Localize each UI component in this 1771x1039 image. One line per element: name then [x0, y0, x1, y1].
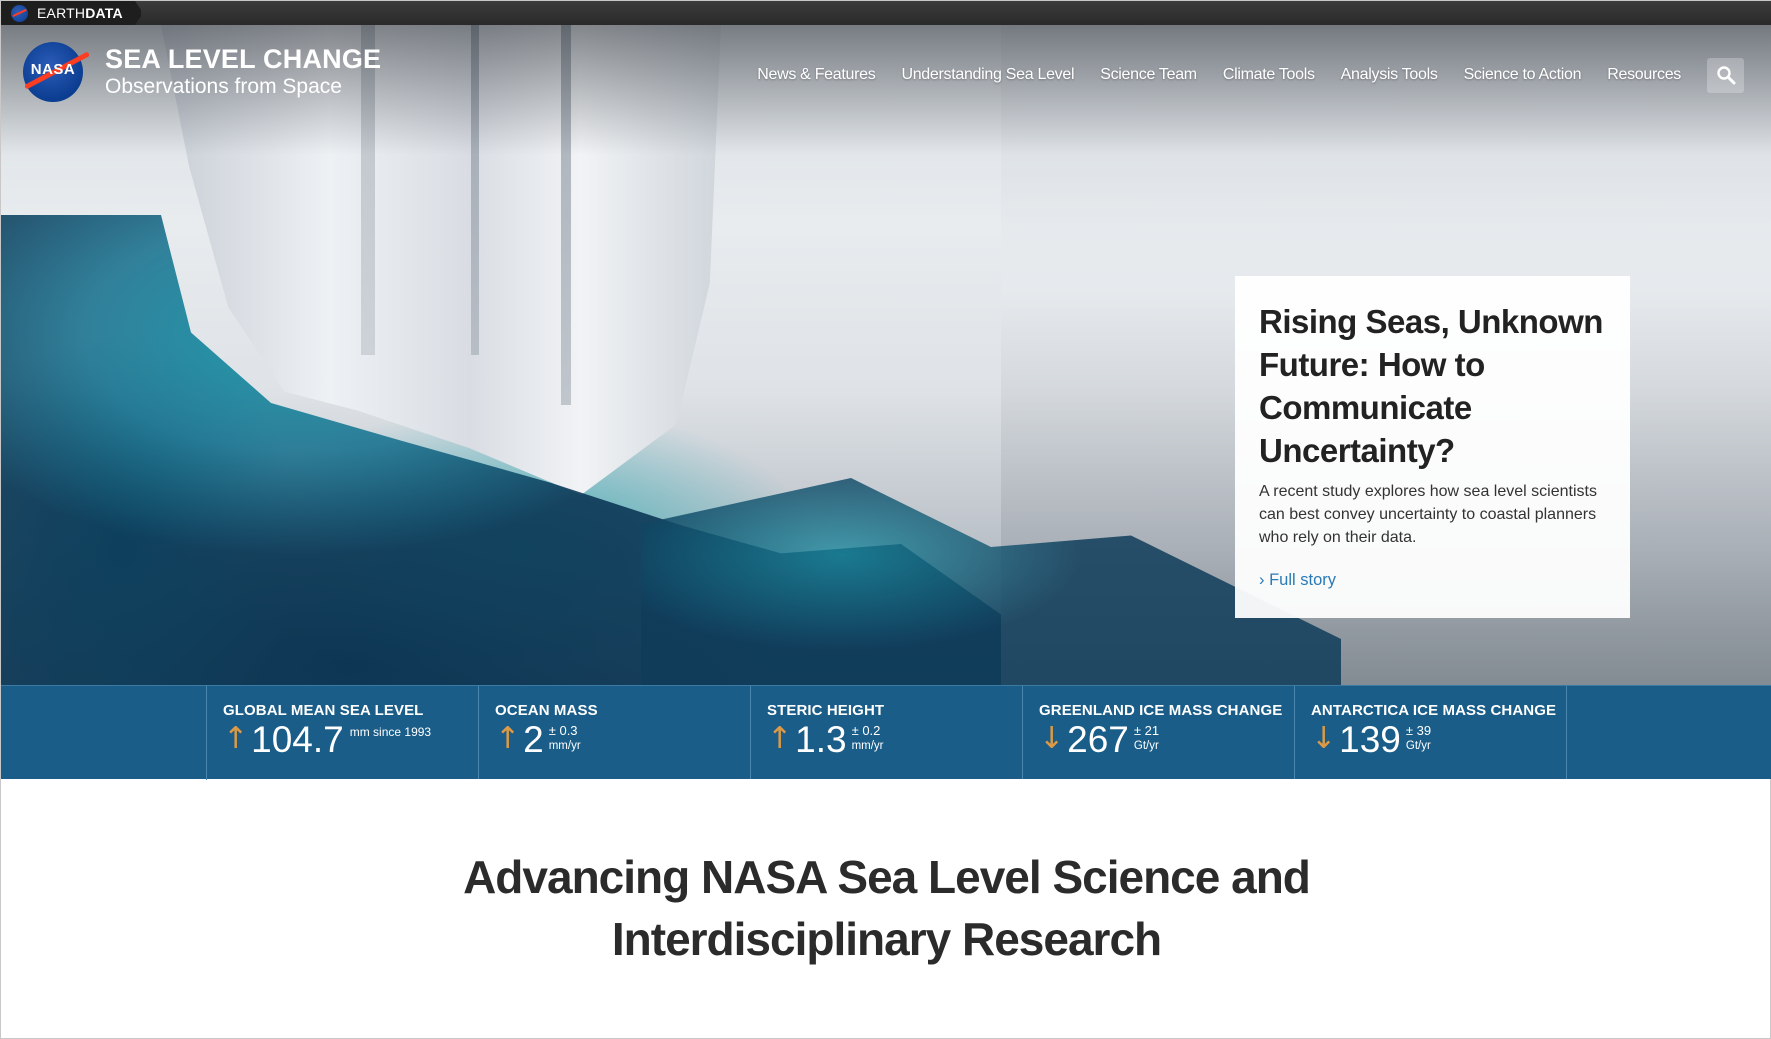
stat-uncertainty: ± 39	[1405, 723, 1432, 738]
stat-ocean-mass[interactable]: OCEAN MASS ↑ 2 ± 0.3 mm/yr	[479, 686, 751, 779]
stat-uncertainty: ± 21	[1133, 723, 1160, 738]
stat-unit: mm/yr	[851, 740, 884, 752]
stat-global-mean-sea-level[interactable]: GLOBAL MEAN SEA LEVEL ↑ 104.7 mm since 1…	[207, 686, 479, 779]
featured-story-title[interactable]: Rising Seas, Unknown Future: How to Comm…	[1259, 300, 1606, 472]
arrow-down-icon: ↓	[1311, 721, 1337, 756]
site-title: SEA LEVEL CHANGE	[105, 44, 382, 74]
arrow-up-icon: ↑	[767, 721, 793, 756]
nav-resources[interactable]: Resources	[1607, 66, 1681, 84]
page-heading-line-1: Advancing NASA Sea Level Science and	[463, 851, 1311, 903]
nav-science-to-action[interactable]: Science to Action	[1464, 66, 1582, 84]
nasa-logo[interactable]: NASA	[23, 42, 90, 102]
site-subtitle: Observations from Space	[105, 75, 342, 98]
full-story-link[interactable]: › Full story	[1259, 571, 1336, 590]
search-icon	[1716, 66, 1735, 85]
arrow-up-icon: ↑	[495, 721, 521, 756]
stat-value: 139	[1339, 719, 1401, 760]
stat-value: 2	[523, 719, 544, 760]
arrow-down-icon: ↓	[1039, 721, 1065, 756]
featured-story-summary: A recent study explores how sea level sc…	[1259, 483, 1597, 546]
nav-climate-tools[interactable]: Climate Tools	[1223, 66, 1315, 84]
stat-unit: mm/yr	[548, 740, 581, 752]
nasa-logo-text: NASA	[30, 61, 76, 78]
stat-label: GREENLAND ICE MASS CHANGE	[1039, 702, 1283, 719]
stat-value: 267	[1067, 719, 1129, 760]
page-heading-line-2: Interdisciplinary Research	[611, 913, 1162, 965]
stat-antarctica-ice-mass-change[interactable]: ANTARCTICA ICE MASS CHANGE ↓ 139 ± 39 Gt…	[1295, 686, 1567, 779]
stat-unit: Gt/yr	[1133, 740, 1159, 752]
stat-value: 104.7	[251, 719, 344, 760]
earthdata-bar: EARTHDATA	[1, 1, 1771, 25]
stat-greenland-ice-mass-change[interactable]: GREENLAND ICE MASS CHANGE ↓ 267 ± 21 Gt/…	[1023, 686, 1295, 779]
stat-label: GLOBAL MEAN SEA LEVEL	[223, 702, 424, 719]
earthdata-brand: EARTHDATA	[37, 5, 123, 21]
page-heading: Advancing NASA Sea Level Science and Int…	[1, 846, 1771, 970]
nasa-meatball-small-icon	[11, 4, 28, 22]
stat-value: 1.3	[795, 719, 847, 760]
main-nav: News & Features Understanding Sea Level …	[757, 57, 1770, 93]
nav-understanding-sea-level[interactable]: Understanding Sea Level	[901, 66, 1074, 84]
stat-label: OCEAN MASS	[495, 702, 598, 719]
earthdata-link[interactable]: EARTHDATA	[1, 1, 141, 25]
arrow-up-icon: ↑	[223, 721, 249, 756]
stat-label: ANTARCTICA ICE MASS CHANGE	[1311, 702, 1557, 719]
site-title-link[interactable]: SEA LEVEL CHANGE Observations from Space	[105, 43, 381, 99]
featured-story-card: Rising Seas, Unknown Future: How to Comm…	[1235, 276, 1630, 618]
stat-note: mm since 1993	[349, 725, 432, 739]
stat-steric-height[interactable]: STERIC HEIGHT ↑ 1.3 ± 0.2 mm/yr	[751, 686, 1023, 779]
vital-signs-bar: GLOBAL MEAN SEA LEVEL ↑ 104.7 mm since 1…	[1, 685, 1771, 780]
stat-uncertainty: ± 0.2	[851, 723, 881, 738]
stat-unit: Gt/yr	[1405, 740, 1431, 752]
search-button[interactable]	[1707, 57, 1744, 93]
nav-analysis-tools[interactable]: Analysis Tools	[1341, 66, 1438, 84]
nav-news-features[interactable]: News & Features	[757, 66, 876, 84]
stat-label: STERIC HEIGHT	[767, 702, 885, 719]
stat-uncertainty: ± 0.3	[548, 723, 578, 738]
nav-science-team[interactable]: Science Team	[1100, 66, 1197, 84]
